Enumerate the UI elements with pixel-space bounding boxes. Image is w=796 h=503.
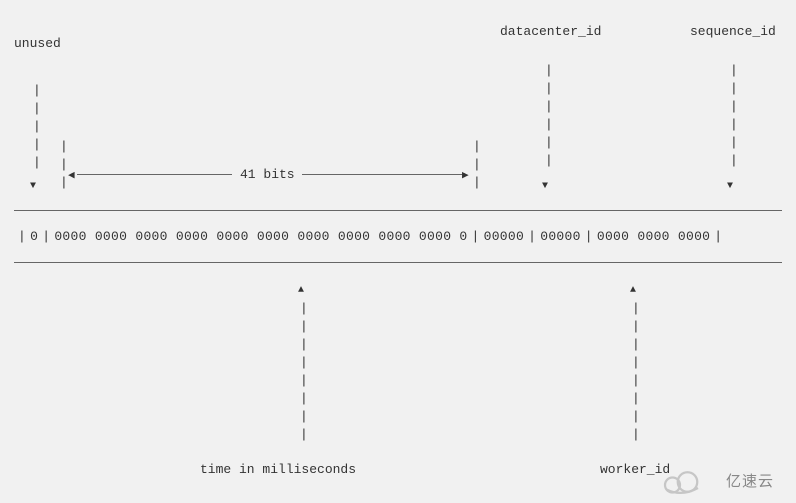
span-line-left — [77, 174, 232, 175]
bit-layout-row: | 0 | 0000 0000 0000 0000 0000 0000 0000… — [14, 229, 726, 244]
box-bottom-rule — [14, 262, 782, 263]
field-datacenter-value: 00000 — [484, 229, 525, 244]
arrow-right-icon: ▶ — [462, 168, 469, 182]
divider-icon: | — [14, 229, 30, 244]
field-timestamp-value: 0000 0000 0000 0000 0000 0000 0000 0000 … — [54, 229, 467, 244]
divider-icon: | — [468, 229, 484, 244]
pointer-datacenter: | | | | | | — [545, 62, 553, 170]
pointer-timestamp-right: | | | — [473, 138, 481, 192]
arrow-down-icon: ▼ — [542, 181, 548, 192]
watermark-text: 亿速云 — [726, 470, 774, 491]
divider-icon: | — [524, 229, 540, 244]
label-unused: unused — [14, 36, 61, 51]
pointer-sequence: | | | | | | — [730, 62, 738, 170]
pointer-unused: | | | | | — [33, 82, 41, 172]
arrow-down-icon: ▼ — [727, 181, 733, 192]
cloud-logo-icon — [658, 467, 708, 497]
divider-icon: | — [710, 229, 726, 244]
field-sequence-value: 0000 0000 0000 — [597, 229, 710, 244]
label-time-ms: time in milliseconds — [200, 462, 356, 477]
label-sequence-id: sequence_id — [690, 24, 776, 39]
label-datacenter-id: datacenter_id — [500, 24, 601, 39]
arrow-down-icon: ▼ — [30, 181, 36, 192]
divider-icon: | — [38, 229, 54, 244]
box-top-rule — [14, 210, 782, 211]
pointer-time-ms: | | | | | | | | — [300, 300, 308, 444]
span-line-right — [302, 174, 462, 175]
arrow-left-icon: ◀ — [68, 168, 75, 182]
pointer-worker-id: | | | | | | | | — [632, 300, 640, 444]
divider-icon: | — [581, 229, 597, 244]
field-worker-value: 00000 — [540, 229, 581, 244]
arrow-up-icon: ▲ — [298, 285, 304, 296]
field-unused-value: 0 — [30, 229, 38, 244]
pointer-timestamp-left: | | | — [60, 138, 68, 192]
arrow-up-icon: ▲ — [630, 285, 636, 296]
label-41-bits: 41 bits — [240, 167, 295, 182]
